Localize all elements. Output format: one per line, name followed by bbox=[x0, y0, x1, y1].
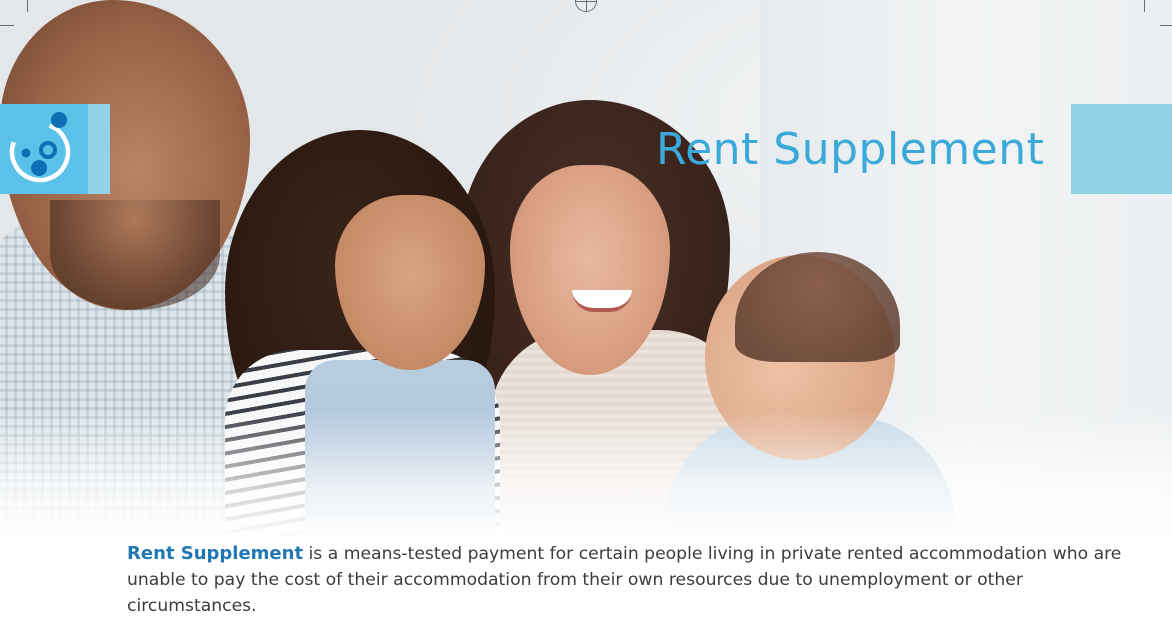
crop-mark bbox=[1144, 0, 1145, 12]
crop-mark bbox=[27, 0, 28, 12]
brochure-page: Rent Supplement Rent Supplement is a mea… bbox=[0, 0, 1172, 626]
page-title: Rent Supplement bbox=[656, 124, 1045, 175]
title-tab bbox=[1071, 104, 1172, 194]
family-photo bbox=[0, 0, 1172, 626]
intro-lead: Rent Supplement bbox=[127, 543, 304, 564]
crop-mark bbox=[0, 25, 14, 26]
father-beard bbox=[50, 200, 220, 310]
circle-dots-logo-icon bbox=[9, 112, 71, 183]
crop-mark bbox=[1160, 25, 1172, 26]
intro-paragraph: Rent Supplement is a means-tested paymen… bbox=[127, 541, 1127, 619]
